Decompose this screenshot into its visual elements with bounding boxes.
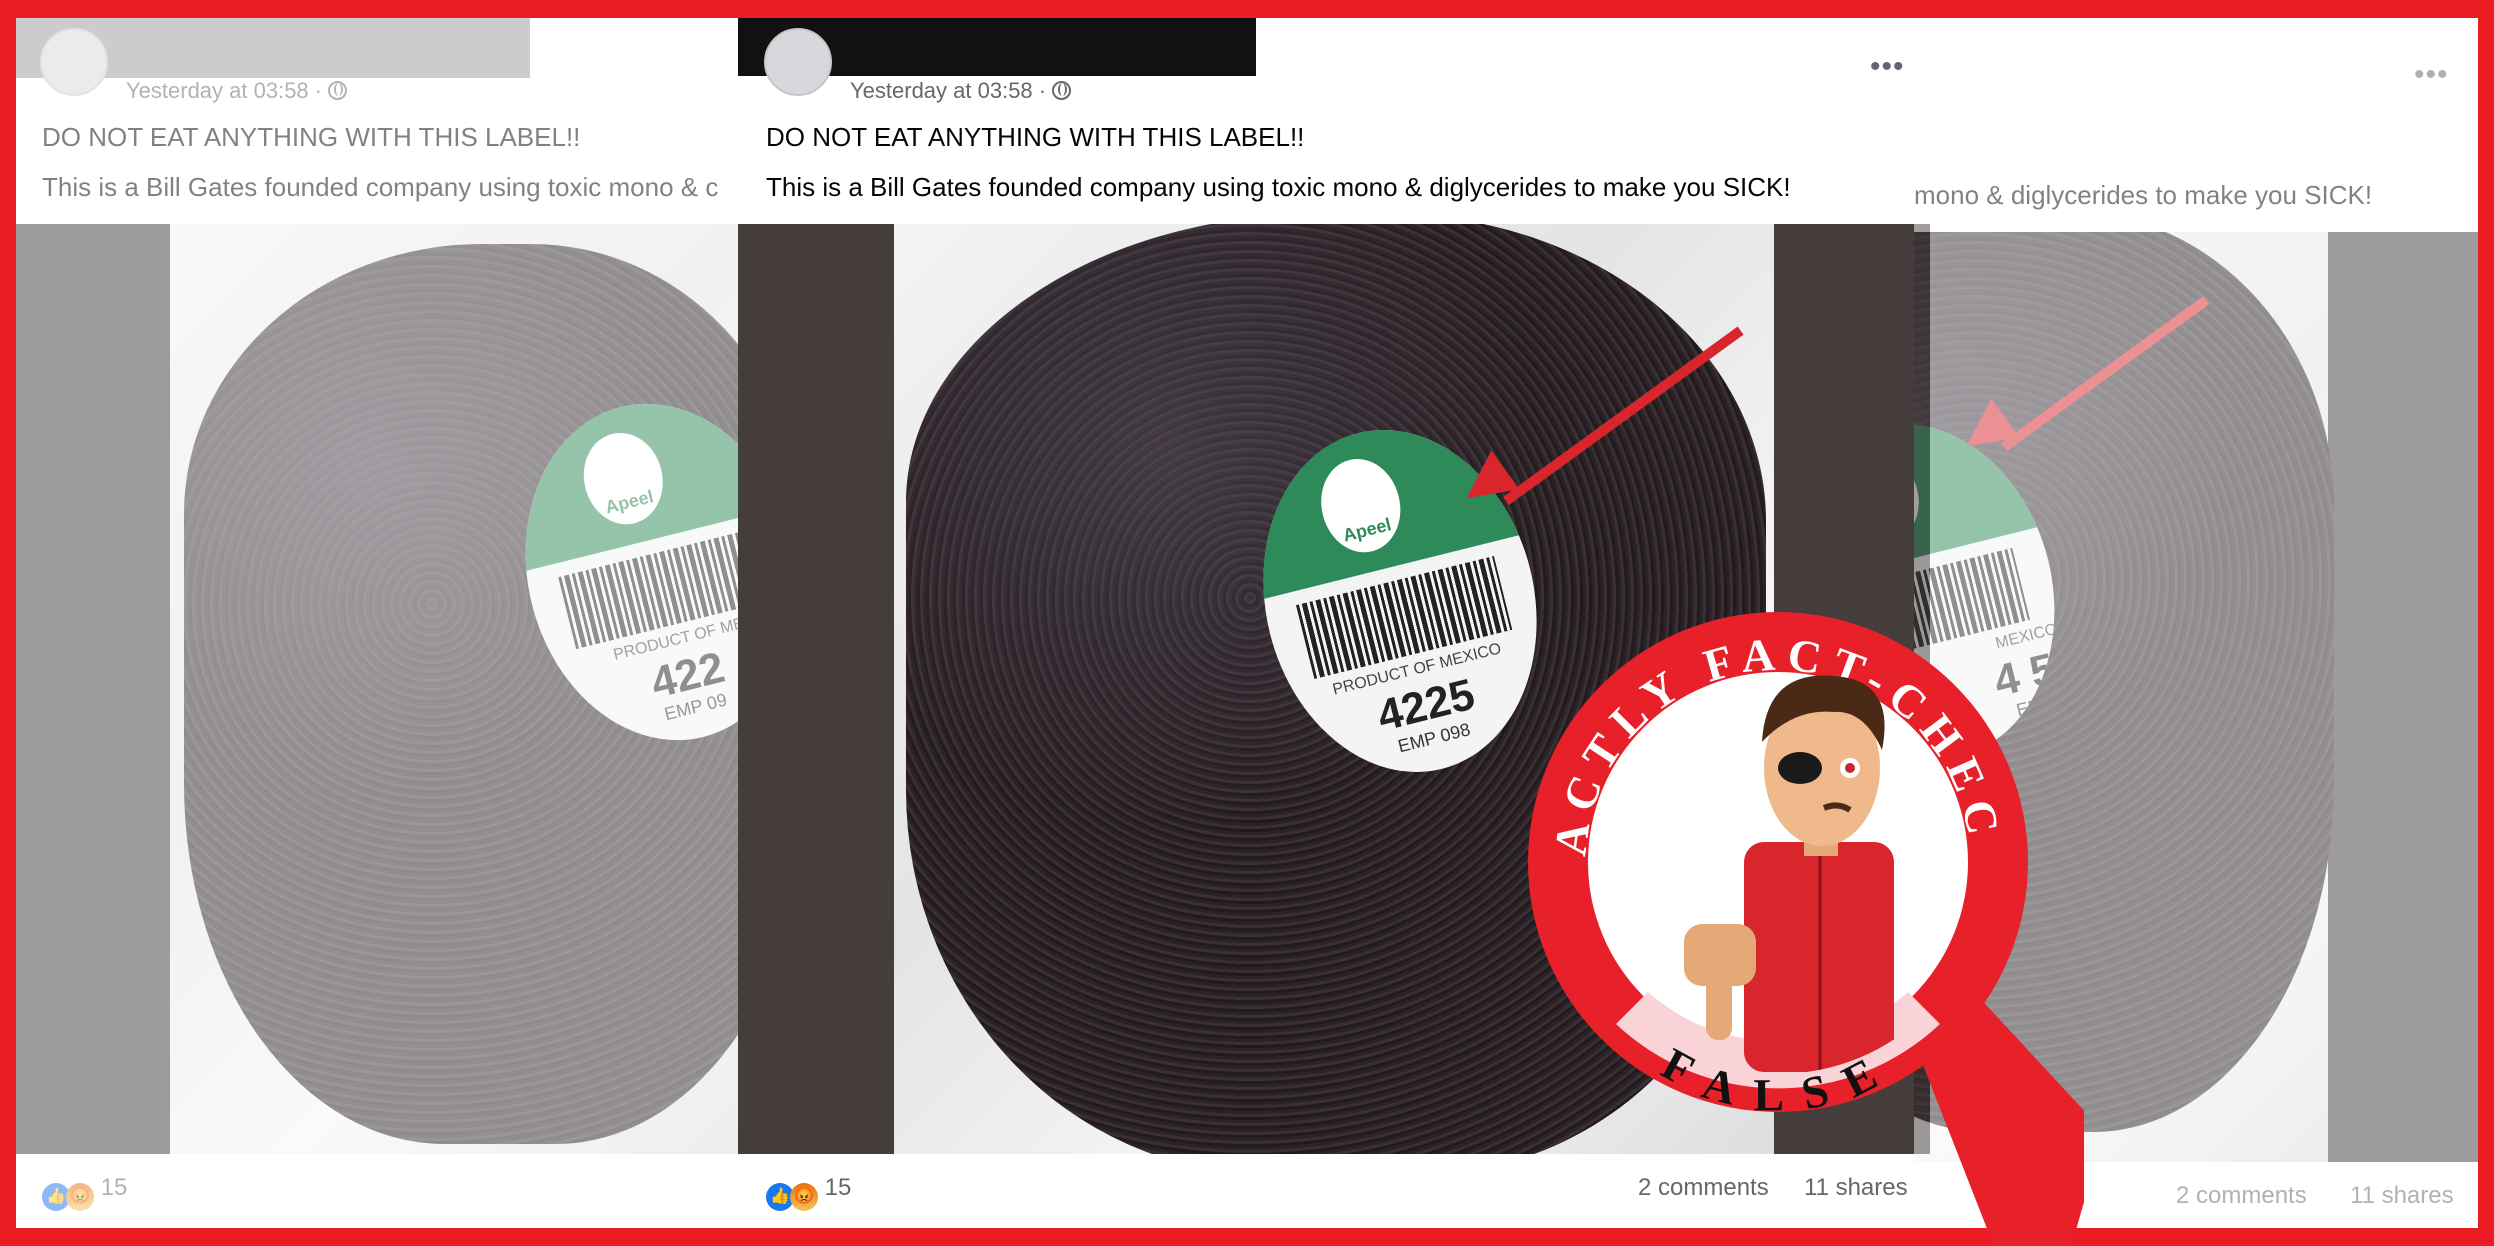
avatar [764,28,832,96]
comments-link[interactable]: 2 comments [2176,1182,2307,1210]
shares-link[interactable]: 11 shares [2350,1182,2454,1210]
post-panel-left: Yesterday at 03:58 · DO NOT EAT ANYTHING… [16,18,738,1228]
reaction-summary[interactable]: 👍 😡 15 [42,1174,127,1211]
post-body-text: mono & diglycerides to make you SICK! [1914,180,2373,210]
reaction-count: 15 [100,1174,128,1201]
more-options-icon[interactable]: ••• [2414,58,2449,92]
globe-icon [328,81,348,100]
post-headline: DO NOT EAT ANYTHING WITH THIS LABEL!! [766,122,1305,152]
reaction-count: 15 [824,1174,852,1201]
avatar [40,28,108,96]
post-photo: Apeel PRODUCT OF ME 422 EMP 09 [16,224,738,1154]
more-options-icon[interactable]: ••• [1870,50,1905,84]
post-body-text: This is a Bill Gates founded company usi… [766,172,1791,202]
angry-reaction-icon: 😡 [790,1183,818,1211]
post-headline: DO NOT EAT ANYTHING WITH THIS LABEL!! [42,122,581,152]
fact-check-stamp: FACTLY FACT-CHECK FALSE [1504,572,2084,1246]
post-body-text: This is a Bill Gates founded company usi… [42,172,719,202]
image-frame: Yesterday at 03:58 · DO NOT EAT ANYTHING… [16,18,2478,1228]
angry-reaction-icon: 😡 [66,1183,94,1211]
eyepatch [1778,752,1822,784]
post-timestamp: Yesterday at 03:58 · [126,78,348,104]
globe-icon [1052,81,1072,100]
post-timestamp: Yesterday at 03:58 · [850,78,1072,104]
reaction-summary[interactable]: 👍 😡 15 [766,1174,851,1211]
